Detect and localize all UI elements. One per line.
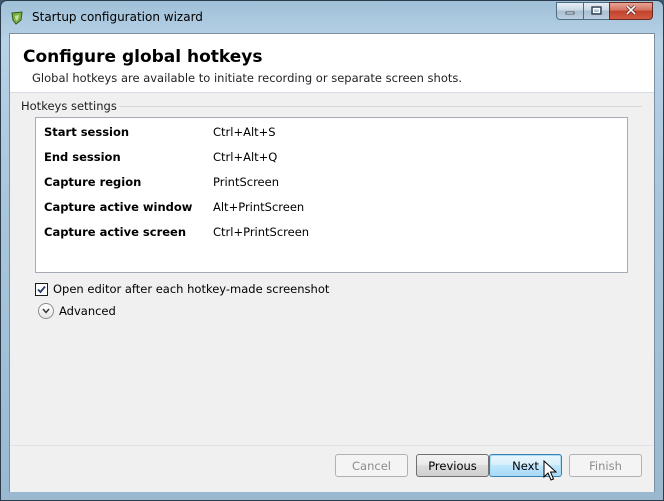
page-title: Configure global hotkeys — [23, 47, 263, 67]
minimize-icon — [565, 4, 575, 18]
wizard-header: Configure global hotkeys Global hotkeys … — [10, 34, 654, 93]
open-editor-checkbox[interactable] — [35, 282, 48, 296]
finish-button[interactable]: Finish — [569, 454, 642, 477]
advanced-label: Advanced — [59, 304, 116, 318]
hotkey-name: Capture active screen — [44, 225, 187, 239]
checkmark-icon — [37, 285, 46, 293]
title-bar[interactable]: Startup configuration wizard — [1, 1, 663, 33]
close-button[interactable] — [609, 2, 653, 20]
hotkey-name: Capture active window — [44, 200, 193, 214]
hotkeys-group-label: Hotkeys settings — [21, 99, 119, 113]
wizard-footer: Cancel Previous Next Finish — [10, 445, 654, 492]
maximize-button[interactable] — [583, 2, 609, 20]
wizard-client-area: Configure global hotkeys Global hotkeys … — [9, 33, 655, 492]
hotkey-value[interactable]: Ctrl+PrintScreen — [213, 225, 309, 239]
hotkey-value[interactable]: Ctrl+Alt+S — [213, 125, 276, 139]
hotkey-value[interactable]: Ctrl+Alt+Q — [213, 150, 277, 164]
hotkey-name: Capture region — [44, 175, 142, 189]
cancel-button[interactable]: Cancel — [335, 454, 408, 477]
close-icon — [625, 4, 637, 18]
minimize-button[interactable] — [556, 2, 583, 20]
hotkeys-list: Start session Ctrl+Alt+S End session Ctr… — [35, 117, 628, 273]
open-editor-option[interactable]: Open editor after each hotkey-made scree… — [35, 281, 329, 297]
hotkey-name: Start session — [44, 125, 130, 139]
window-title: Startup configuration wizard — [32, 10, 203, 24]
open-editor-label: Open editor after each hotkey-made scree… — [53, 282, 330, 296]
hotkey-value[interactable]: Alt+PrintScreen — [213, 200, 304, 214]
page-subtitle: Global hotkeys are available to initiate… — [32, 71, 463, 85]
hotkey-name: End session — [44, 150, 121, 164]
previous-button[interactable]: Previous — [416, 454, 489, 477]
mouse-pointer-icon — [543, 459, 558, 485]
chevron-down-icon[interactable] — [38, 303, 54, 319]
hotkey-value[interactable]: PrintScreen — [213, 175, 279, 189]
group-divider — [100, 106, 642, 107]
advanced-expander[interactable]: Advanced — [38, 302, 116, 320]
app-shield-icon — [10, 11, 24, 25]
wizard-window: Startup configuration wizard Configure g… — [0, 0, 664, 501]
maximize-icon — [591, 4, 602, 18]
wizard-body: Hotkeys settings Start session Ctrl+Alt+… — [10, 93, 654, 445]
